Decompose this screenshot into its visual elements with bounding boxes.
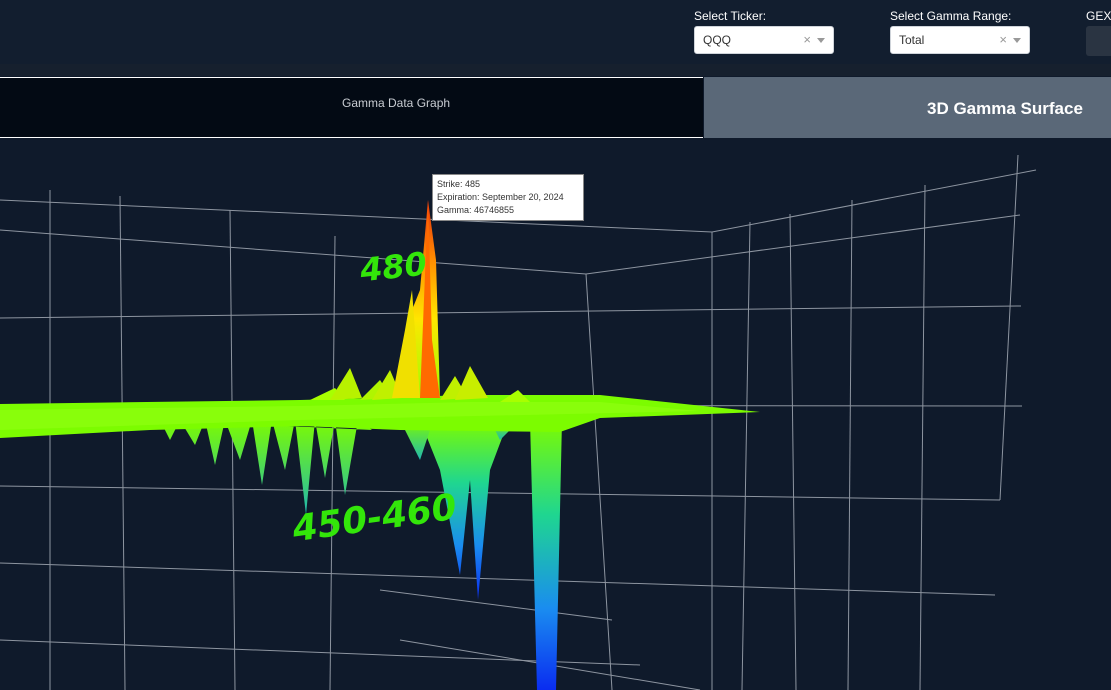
divider — [0, 64, 1111, 76]
ticker-chevron-down-icon[interactable] — [817, 38, 825, 43]
gamma-surface-plot[interactable] — [0, 139, 1111, 690]
ticker-label: Select Ticker: — [694, 9, 767, 23]
hover-tooltip: Strike: 485 Expiration: September 20, 20… — [432, 174, 584, 221]
tooltip-expiration: Expiration: September 20, 2024 — [437, 192, 564, 202]
ticker-value: QQQ — [703, 33, 732, 47]
gamma-range-chevron-down-icon[interactable] — [1013, 38, 1021, 43]
gamma-range-label: Select Gamma Range: — [890, 9, 1012, 23]
handwritten-annotation-480: 480 — [358, 244, 429, 290]
tooltip-strike: Strike: 485 — [437, 179, 481, 189]
gex-label: GEX — [1086, 9, 1111, 23]
tab-gamma-data-graph-label: Gamma Data Graph — [342, 96, 451, 110]
gamma-range-select[interactable]: Total × — [890, 26, 1030, 54]
tooltip-gamma: Gamma: 46746855 — [437, 205, 515, 215]
ticker-clear-icon[interactable]: × — [803, 32, 811, 47]
ticker-select[interactable]: QQQ × — [694, 26, 834, 54]
gex-select[interactable] — [1086, 26, 1111, 56]
gamma-range-value: Total — [899, 33, 925, 47]
tab-3d-gamma-surface[interactable]: 3D Gamma Surface — [704, 77, 1111, 138]
view-tabs: Gamma Data Graph 3D Gamma Surface — [0, 77, 1111, 139]
top-control-bar: Select Ticker: QQQ × Select Gamma Range:… — [0, 0, 1111, 64]
gamma-range-clear-icon[interactable]: × — [999, 32, 1007, 47]
tab-3d-gamma-surface-label: 3D Gamma Surface — [927, 99, 1083, 118]
tab-gamma-data-graph[interactable]: Gamma Data Graph — [0, 77, 703, 138]
